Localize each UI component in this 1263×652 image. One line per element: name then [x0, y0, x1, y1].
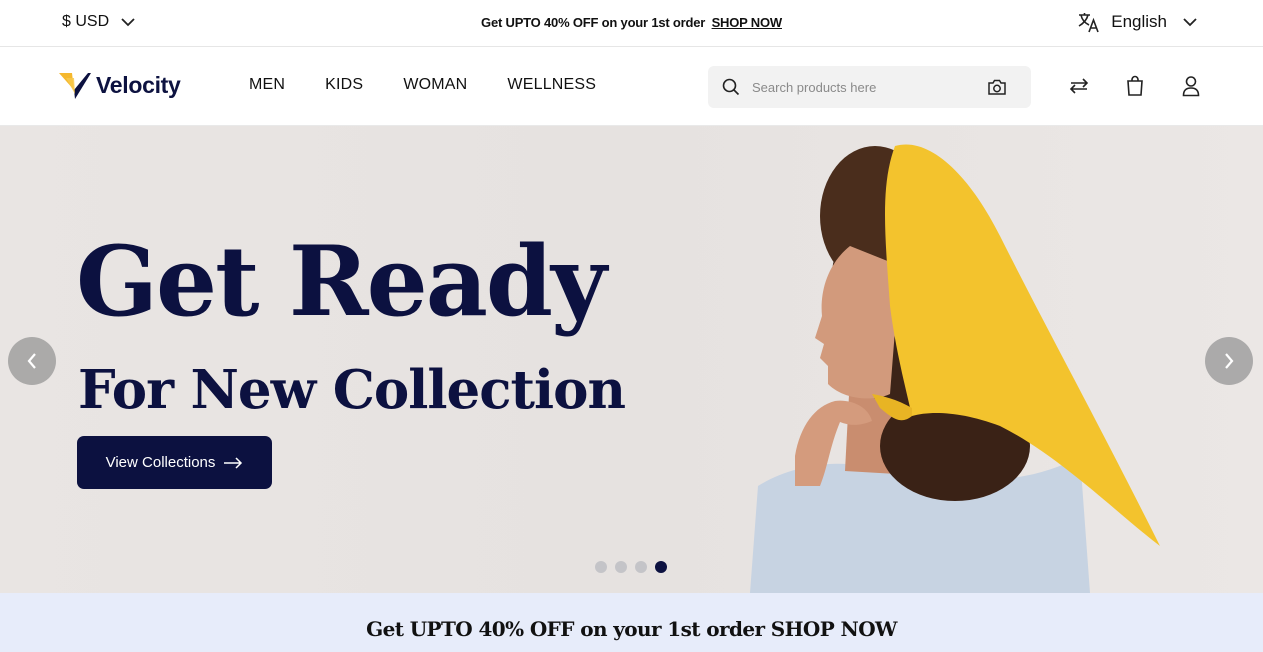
search-input[interactable] — [752, 76, 972, 98]
compare-icon[interactable] — [1068, 76, 1090, 96]
nav-item-wellness[interactable]: WELLNESS — [507, 76, 596, 94]
view-collections-button[interactable]: View Collections — [77, 436, 272, 489]
carousel-dot[interactable] — [655, 561, 667, 573]
main-header: Velocity MEN KIDS WOMAN WELLNESS — [0, 48, 1263, 126]
shopping-bag-icon[interactable] — [1125, 75, 1145, 97]
velocity-logo-icon — [59, 73, 91, 99]
nav-item-kids[interactable]: KIDS — [325, 76, 363, 94]
nav-item-men[interactable]: MEN — [249, 76, 285, 94]
chevron-down-icon — [1183, 17, 1197, 26]
hero-subheadline: For New Collection — [78, 359, 626, 421]
user-account-icon[interactable] — [1181, 75, 1201, 97]
main-nav: MEN KIDS WOMAN WELLNESS — [249, 76, 596, 94]
chevron-left-icon — [27, 353, 36, 369]
view-collections-label: View Collections — [105, 454, 216, 471]
search-bar — [708, 66, 1031, 108]
hero-headline: Get Ready — [76, 225, 607, 338]
hero-carousel: Get Ready For New Collection View Collec… — [0, 126, 1263, 593]
carousel-prev-button[interactable] — [8, 337, 56, 385]
translate-icon — [1078, 13, 1099, 33]
carousel-next-button[interactable] — [1205, 337, 1253, 385]
shop-now-link[interactable]: SHOP NOW — [712, 15, 783, 30]
announcement-bar: $ USD Get UPTO 40% OFF on your 1st order… — [0, 0, 1263, 47]
promo-text: Get UPTO 40% OFF on your 1st order — [481, 15, 706, 30]
language-selector[interactable]: English — [1077, 11, 1197, 33]
search-icon[interactable] — [722, 78, 740, 96]
promo-banner: Get UPTO 40% OFF on your 1st order SHOP … — [0, 15, 1263, 30]
language-label: English — [1111, 12, 1167, 31]
nav-item-woman[interactable]: WOMAN — [403, 76, 467, 94]
carousel-dot[interactable] — [615, 561, 627, 573]
carousel-dot[interactable] — [595, 561, 607, 573]
promo-strip: Get UPTO 40% OFF on your 1st order SHOP … — [0, 593, 1263, 652]
chevron-right-icon — [1225, 353, 1234, 369]
promo-strip-text[interactable]: Get UPTO 40% OFF on your 1st order SHOP … — [0, 617, 1263, 641]
brand-name: Velocity — [96, 71, 181, 98]
brand-logo[interactable]: Velocity — [58, 70, 181, 100]
carousel-dot[interactable] — [635, 561, 647, 573]
carousel-pagination — [595, 561, 667, 573]
camera-icon[interactable] — [987, 78, 1007, 96]
hero-model-photo — [750, 144, 1160, 593]
arrow-right-icon — [224, 456, 243, 469]
